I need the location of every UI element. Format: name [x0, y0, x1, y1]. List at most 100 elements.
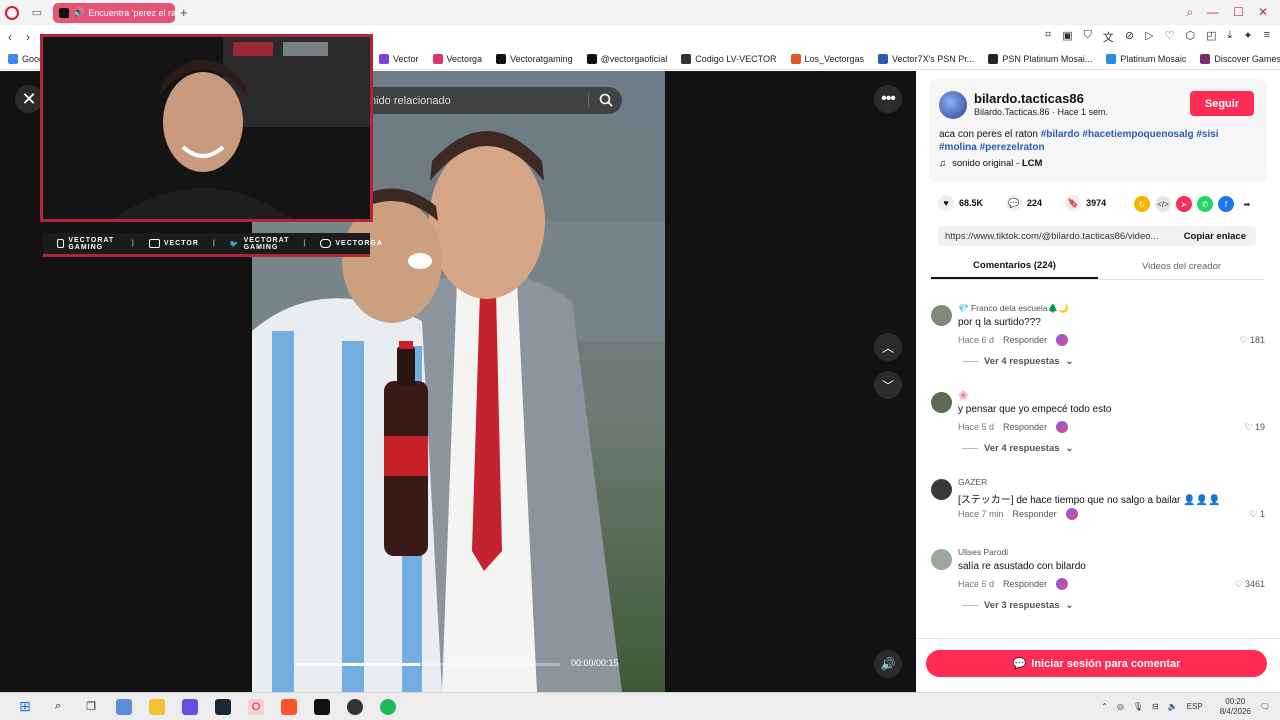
app-icon[interactable] [314, 698, 330, 715]
windows-start-icon[interactable]: ⊞ [17, 698, 33, 715]
share-arrow-icon[interactable]: ➦ [1239, 196, 1255, 212]
wallet-icon[interactable]: ◰ [1206, 29, 1216, 45]
related-search-input[interactable]: nido relacionado [355, 87, 622, 114]
tab-comments[interactable]: Comentarios (224) [931, 253, 1098, 279]
comment-stat[interactable]: 💬 224 [1006, 195, 1042, 211]
download-icon[interactable]: ⤓ [1227, 29, 1232, 45]
commenter-avatar[interactable] [931, 392, 952, 413]
extensions-icon[interactable]: ⬡ [1185, 29, 1195, 45]
comment-like-button[interactable]: ♡ 19 [1244, 422, 1265, 433]
bookmark-item[interactable]: Los_Vectorgas [790, 53, 864, 64]
tray-icon[interactable]: ◎ [1117, 702, 1124, 711]
maximize-button[interactable]: ☐ [1233, 5, 1244, 20]
snapshot-icon[interactable]: ▣ [1062, 29, 1072, 45]
like-stat[interactable]: ♥ 68.5K [938, 195, 983, 211]
follow-button[interactable]: Seguir [1190, 91, 1254, 116]
reply-button[interactable]: Responder [1013, 509, 1057, 519]
reply-button[interactable]: Responder [1003, 579, 1047, 589]
view-replies-button[interactable]: Ver 4 respuestas ⌄ [962, 443, 1074, 454]
menu-icon[interactable]: ≡ [1264, 29, 1270, 45]
next-video-button[interactable]: ﹀ [874, 371, 902, 399]
bookmark-item[interactable]: Discover Games -... [1200, 53, 1280, 64]
browser-tab-active[interactable]: 🔊 Encuentra 'perez el rat [53, 2, 175, 23]
spotify-icon[interactable] [380, 698, 396, 715]
file-explorer-icon[interactable] [149, 698, 165, 715]
commenter-avatar[interactable] [931, 479, 952, 500]
hashtag[interactable]: #bilardo [1041, 129, 1080, 140]
discord-icon[interactable] [182, 698, 198, 715]
hashtag[interactable]: #molina [939, 142, 977, 153]
bookmark-item[interactable]: Vector7X's PSN Pr... [878, 53, 974, 64]
volume-button[interactable]: 🔊 [874, 650, 902, 678]
hashtag[interactable]: #sisi [1196, 129, 1218, 140]
bookmark-item[interactable]: Platinum Mosaic [1106, 53, 1186, 64]
send-icon[interactable]: ➤ [1176, 196, 1192, 212]
hashtag[interactable]: #perezelraton [980, 142, 1045, 153]
ai-icon[interactable]: ✦ [1243, 29, 1252, 45]
heart-icon[interactable]: ♡ [1165, 29, 1175, 45]
opera-menu-icon[interactable] [5, 5, 19, 20]
network-icon[interactable]: ⊟ [1152, 702, 1159, 711]
microphone-icon[interactable]: 🎙 [1133, 702, 1143, 711]
hashtag[interactable]: #hacetiempoquenosalg [1082, 129, 1193, 140]
volume-icon[interactable]: 🔈 [1168, 702, 1178, 711]
bookmark-item[interactable]: Vector [379, 53, 419, 64]
ad-block-icon[interactable]: ⊘ [1125, 29, 1134, 45]
language-indicator[interactable]: ESP [1187, 702, 1203, 711]
copy-link-button[interactable]: Copiar enlace [1184, 231, 1256, 242]
app-icon[interactable] [347, 698, 363, 715]
embed-icon[interactable]: </> [1155, 196, 1171, 212]
back-button[interactable]: ‹ [8, 30, 12, 44]
repost-icon[interactable]: ↻ [1134, 196, 1150, 212]
screenshot-icon[interactable]: ⌗ [1045, 29, 1051, 45]
task-view-icon[interactable]: ❐ [83, 699, 99, 715]
notification-icon[interactable]: 🗨 [1260, 702, 1270, 711]
commenter-name[interactable]: 🌸 [958, 390, 969, 401]
commenter-name[interactable]: Ulises Parodi [958, 547, 1008, 557]
commenter-name[interactable]: 💎 Franco dela escuela🌲🌙 [958, 303, 1069, 314]
steam-icon[interactable] [215, 698, 231, 715]
search-icon[interactable]: ⌕ [1186, 5, 1193, 20]
commenter-name[interactable]: GAZER [958, 477, 987, 487]
close-video-button[interactable]: ✕ [15, 85, 43, 113]
translate-icon[interactable]: 文 [1103, 29, 1114, 45]
clock[interactable]: 00:20 8/4/2026 [1220, 697, 1251, 717]
comment-like-button[interactable]: ♡ 181 [1239, 335, 1265, 346]
comment-like-button[interactable]: ♡ 1 [1249, 509, 1265, 520]
commenter-avatar[interactable] [931, 305, 952, 326]
comment-like-button[interactable]: ♡ 3461 [1234, 579, 1265, 590]
commenter-avatar[interactable] [931, 549, 952, 570]
bookmark-item[interactable]: @vectorgaoficial [586, 53, 667, 64]
previous-video-button[interactable]: ︿ [874, 333, 902, 361]
search-icon[interactable] [599, 93, 613, 107]
facebook-icon[interactable]: f [1218, 196, 1234, 212]
author-username[interactable]: bilardo.tacticas86 [974, 91, 1084, 106]
new-tab-button[interactable]: + [180, 5, 188, 20]
reply-button[interactable]: Responder [1003, 422, 1047, 432]
app-icon[interactable] [116, 698, 132, 715]
save-stat[interactable]: 🔖 3974 [1065, 195, 1106, 211]
bookmark-item[interactable]: Codigo LV-VECTOR [681, 53, 777, 64]
reply-button[interactable]: Responder [1003, 335, 1047, 345]
more-options-button[interactable]: ••• [874, 85, 902, 113]
login-to-comment-button[interactable]: 💬 Iniciar sesión para comentar [926, 650, 1267, 677]
shield-icon[interactable]: ⛉ [1084, 29, 1092, 45]
minimize-button[interactable]: — [1207, 5, 1219, 20]
bookmark-item[interactable]: Vectorga [432, 53, 482, 64]
tab-overview-icon[interactable]: ▭ [29, 5, 45, 21]
brave-icon[interactable] [281, 698, 297, 715]
forward-button[interactable]: › [26, 30, 30, 44]
search-icon[interactable]: ⌕ [50, 699, 66, 715]
author-avatar[interactable] [939, 91, 967, 119]
view-replies-button[interactable]: Ver 3 respuestas ⌄ [962, 600, 1074, 611]
close-window-button[interactable]: ✕ [1258, 5, 1268, 20]
whatsapp-icon[interactable]: ✆ [1197, 196, 1213, 212]
video-progress-bar[interactable] [295, 663, 560, 666]
bookmark-item[interactable]: PSN Platinum Mosai... [988, 53, 1092, 64]
chevron-up-icon[interactable]: ⌃ [1101, 702, 1108, 711]
opera-icon[interactable]: O [248, 698, 264, 715]
bookmark-item[interactable]: Vectoratgaming [496, 53, 573, 64]
tab-creator-videos[interactable]: Videos del creador [1098, 253, 1265, 279]
bookmark-item[interactable]: Goog [8, 53, 44, 64]
view-replies-button[interactable]: Ver 4 respuestas ⌄ [962, 356, 1074, 367]
